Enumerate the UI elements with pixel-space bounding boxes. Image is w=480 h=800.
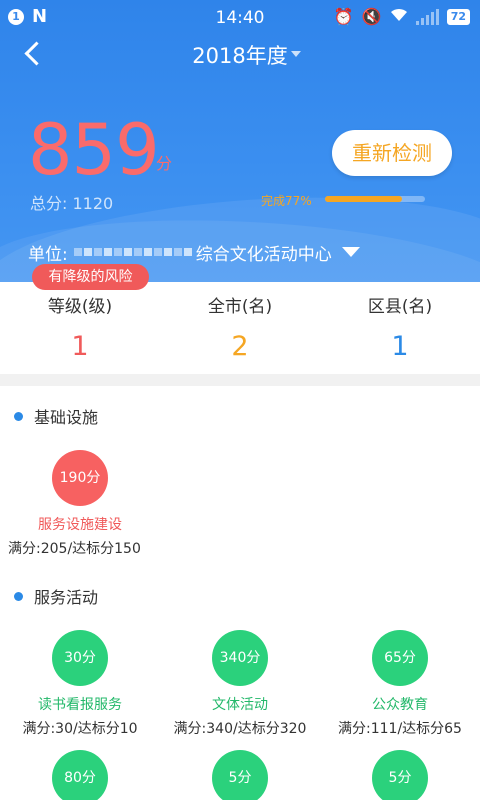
item-score-circle: 190分: [52, 450, 108, 506]
stat-level: 等级(级) 1: [0, 282, 160, 362]
total-label: 总分:: [30, 194, 68, 213]
progress-label: 完成77%: [261, 194, 312, 208]
alarm-icon: ⏰: [333, 7, 354, 26]
total-value: 1120: [72, 194, 114, 213]
stat-city-rank: 全市(名) 2: [160, 282, 320, 362]
status-icons: ⏰ 🔇 72: [334, 8, 470, 26]
mute-icon: 🔇: [361, 7, 382, 26]
stat-label: 全市(名): [207, 297, 273, 317]
item-meta: 满分:111/达标分65: [338, 721, 462, 737]
status-bar: 1 N 14:40 ⏰ 🔇 72: [0, 0, 480, 34]
total-score: 总分: 1120: [30, 190, 113, 214]
category-content: 基础设施 190分 服务设施建设 满分:205/达标分150 服务活动 30分 …: [0, 386, 480, 800]
item-score-circle: 30分: [52, 630, 108, 686]
item-score-circle: 5分: [372, 750, 428, 800]
progress-fill: [325, 196, 402, 202]
battery-icon: 72: [446, 9, 470, 25]
stat-value: 1: [391, 331, 409, 362]
item-activity-4[interactable]: 80分: [0, 750, 160, 800]
year-selector[interactable]: 2018年度: [0, 40, 480, 70]
unit-name: 综合文化活动中心: [195, 244, 332, 265]
item-activity-5[interactable]: 5分: [160, 750, 320, 800]
stat-label: 区县(名): [367, 297, 433, 317]
recheck-button[interactable]: 重新检测: [332, 130, 452, 176]
item-name: 文体活动: [212, 697, 268, 713]
stat-district-rank: 区县(名) 1: [320, 282, 480, 362]
section-title-text: 基础设施: [34, 408, 99, 427]
section-title-activities: 服务活动: [14, 584, 98, 608]
wifi-icon: [390, 8, 408, 26]
section-dot-icon: [14, 411, 23, 421]
header: 1 N 14:40 ⏰ 🔇 72 2018年度 859 分 总分: 1120 重…: [0, 0, 480, 282]
item-meta: 满分:30/达标分10: [22, 721, 138, 737]
risk-badge: 有降级的风险: [32, 264, 149, 290]
unit-prefix: 单位:: [28, 244, 68, 265]
stat-label: 等级(级): [47, 297, 113, 317]
progress-bar: [325, 196, 425, 202]
item-reading-service[interactable]: 30分 读书看报服务 满分:30/达标分10: [0, 630, 160, 738]
unit-name-mask: [73, 248, 192, 256]
item-name: 读书看报服务: [38, 697, 122, 713]
score-unit: 分: [156, 154, 173, 173]
stat-value: 2: [231, 331, 249, 362]
item-meta: 满分:205/达标分150: [8, 541, 141, 557]
ranking-stats: 等级(级) 1 全市(名) 2 区县(名) 1: [0, 282, 480, 374]
signal-icon: [415, 9, 439, 25]
item-activity-6[interactable]: 5分: [320, 750, 480, 800]
item-name: 公众教育: [372, 697, 428, 713]
unit-dropdown-icon[interactable]: [341, 247, 360, 257]
item-public-education[interactable]: 65分 公众教育 满分:111/达标分65: [320, 630, 480, 738]
item-meta: 满分:340/达标分320: [173, 721, 307, 737]
section-title-infrastructure: 基础设施: [14, 404, 98, 428]
nav-bar: 2018年度: [0, 34, 480, 74]
item-score-circle: 65分: [372, 630, 428, 686]
dropdown-caret-icon[interactable]: [291, 51, 301, 57]
item-score-circle: 80分: [52, 750, 108, 800]
stat-value: 1: [71, 331, 89, 362]
item-name: 服务设施建设: [38, 517, 122, 533]
score-value: 859: [28, 109, 160, 191]
unit-selector[interactable]: 单位: 综合文化活动中心: [28, 240, 360, 265]
item-score-circle: 5分: [212, 750, 268, 800]
item-service-facility[interactable]: 190分 服务设施建设 满分:205/达标分150: [0, 450, 160, 558]
item-score-circle: 340分: [212, 630, 268, 686]
item-culture-sports[interactable]: 340分 文体活动 满分:340/达标分320: [160, 630, 320, 738]
section-title-text: 服务活动: [34, 588, 99, 607]
section-dot-icon: [14, 591, 23, 601]
